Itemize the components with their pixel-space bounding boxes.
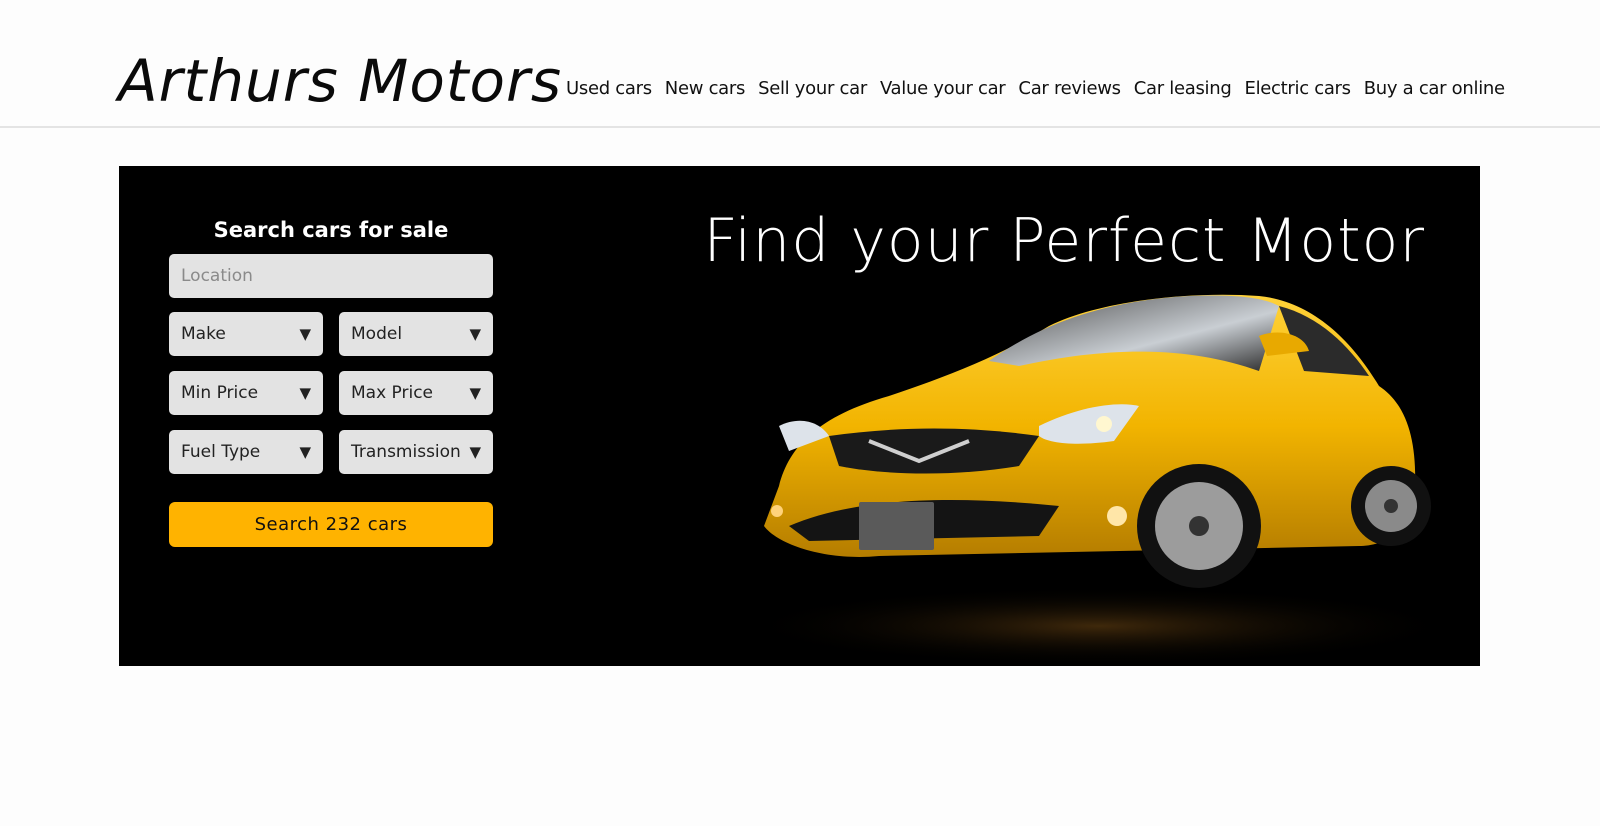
hero-title: Find your Perfect Motor [703, 206, 1425, 276]
nav-value-your-car[interactable]: Value your car [880, 78, 1006, 99]
location-placeholder: Location [181, 266, 253, 286]
nav-car-leasing[interactable]: Car leasing [1134, 78, 1232, 99]
site-logo[interactable]: Arthurs Motors [118, 46, 562, 116]
fuel-transmission-row: Fuel Type ▼ Transmission ▼ [169, 430, 493, 474]
model-select[interactable]: Model ▼ [339, 312, 493, 356]
min-price-select[interactable]: Min Price ▼ [169, 371, 323, 415]
hero-banner: Find your Perfect Motor Search cars for … [119, 166, 1480, 666]
main-nav: Used cars New cars Sell your car Value y… [566, 78, 1505, 99]
car-image [739, 294, 1459, 666]
chevron-down-icon: ▼ [299, 384, 311, 402]
search-title: Search cars for sale [213, 218, 449, 242]
make-select[interactable]: Make ▼ [169, 312, 323, 356]
nav-sell-your-car[interactable]: Sell your car [758, 78, 867, 99]
price-row: Min Price ▼ Max Price ▼ [169, 371, 493, 415]
nav-electric-cars[interactable]: Electric cars [1245, 78, 1352, 99]
make-label: Make [181, 324, 226, 344]
max-price-select[interactable]: Max Price ▼ [339, 371, 493, 415]
fuel-type-select[interactable]: Fuel Type ▼ [169, 430, 323, 474]
search-panel: Search cars for sale Location Make ▼ Mod… [169, 218, 493, 547]
min-price-label: Min Price [181, 383, 259, 403]
nav-buy-online[interactable]: Buy a car online [1364, 78, 1505, 99]
make-model-row: Make ▼ Model ▼ [169, 312, 493, 356]
transmission-label: Transmission [351, 442, 461, 462]
fuel-type-label: Fuel Type [181, 442, 261, 462]
transmission-select[interactable]: Transmission ▼ [339, 430, 493, 474]
chevron-down-icon: ▼ [299, 325, 311, 343]
chevron-down-icon: ▼ [469, 443, 481, 461]
chevron-down-icon: ▼ [469, 325, 481, 343]
location-input[interactable]: Location [169, 254, 493, 298]
nav-used-cars[interactable]: Used cars [566, 78, 652, 99]
chevron-down-icon: ▼ [299, 443, 311, 461]
max-price-label: Max Price [351, 383, 434, 403]
model-label: Model [351, 324, 403, 344]
search-button[interactable]: Search 232 cars [169, 502, 493, 547]
nav-new-cars[interactable]: New cars [665, 78, 746, 99]
chevron-down-icon: ▼ [469, 384, 481, 402]
site-header: Arthurs Motors Used cars New cars Sell y… [0, 0, 1600, 128]
nav-car-reviews[interactable]: Car reviews [1018, 78, 1121, 99]
